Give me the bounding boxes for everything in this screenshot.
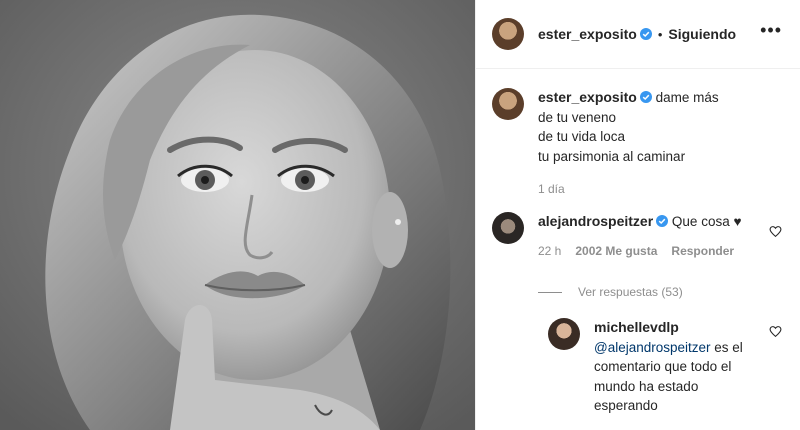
caption-line: tu parsimonia al caminar: [538, 148, 686, 164]
more-options-icon[interactable]: •••: [760, 21, 782, 39]
caption-author-avatar[interactable]: [492, 88, 524, 120]
reply-text: comentario que todo el: [594, 359, 732, 374]
commenter-username[interactable]: alejandrospeitzer: [538, 213, 653, 229]
black-heart-emoji: ♥: [733, 214, 742, 229]
caption-author-username[interactable]: ester_exposito: [538, 89, 637, 105]
post-caption: ester_exposito dame más de tu veneno de …: [492, 88, 719, 200]
caption-verified-badge-icon: [639, 91, 652, 103]
comment-body: alejandrospeitzer Que cosa ♥ 22 h 2002 Me…: [538, 212, 748, 303]
author-info: ester_exposito • Siguiendo: [538, 26, 736, 42]
verified-badge-icon: [639, 28, 652, 40]
reply-text: esperando: [594, 398, 658, 413]
caption-timestamp[interactable]: 1 día: [538, 180, 719, 200]
post-photo[interactable]: [0, 0, 475, 430]
comment-likes[interactable]: 2002 Me gusta: [575, 244, 657, 258]
reply-mention-link[interactable]: @alejandrospeitzer: [594, 340, 711, 355]
commenter-verified-badge-icon: [656, 215, 669, 227]
reply-text: es el: [710, 339, 743, 355]
comment-text: Que cosa: [671, 214, 730, 229]
reply-author-username[interactable]: michellevdlp: [594, 319, 679, 335]
comment-like-heart-icon[interactable]: [769, 225, 782, 238]
caption-line: dame más: [655, 90, 719, 105]
comment-meta: 22 h 2002 Me gusta Responder: [538, 242, 748, 262]
reply-body: michellevdlp @alejandrospeitzer es el co…: [594, 318, 743, 416]
view-replies-label: Ver respuestas (53): [578, 285, 683, 299]
view-replies-button[interactable]: Ver respuestas (53): [538, 283, 748, 303]
reply-author-avatar[interactable]: [548, 318, 580, 350]
post-sidebar: ester_exposito • Siguiendo ••• ester_expos…: [475, 0, 800, 430]
replies-divider: [538, 292, 562, 294]
commenter-avatar[interactable]: [492, 212, 524, 244]
comment-item: alejandrospeitzer Que cosa ♥ 22 h 2002 Me…: [492, 212, 748, 303]
reply-text: mundo ha estado: [594, 378, 699, 394]
separator-dot: •: [657, 27, 663, 42]
caption-line: de tu veneno: [538, 109, 617, 125]
author-username[interactable]: ester_exposito: [538, 26, 637, 42]
comment-timestamp[interactable]: 22 h: [538, 244, 561, 258]
reply-item: michellevdlp @alejandrospeitzer es el co…: [548, 318, 743, 416]
post-viewer: ester_exposito • Siguiendo ••• ester_expos…: [0, 0, 800, 430]
caption-text: ester_exposito dame más de tu veneno de …: [538, 88, 719, 200]
caption-line: de tu vida loca: [538, 129, 626, 144]
reply-like-heart-icon[interactable]: [769, 325, 782, 338]
author-avatar[interactable]: [492, 18, 524, 50]
post-header: ester_exposito • Siguiendo •••: [476, 0, 800, 69]
follow-status-button[interactable]: Siguiendo: [668, 26, 736, 42]
portrait-illustration: [0, 0, 475, 430]
reply-button[interactable]: Responder: [671, 244, 734, 258]
